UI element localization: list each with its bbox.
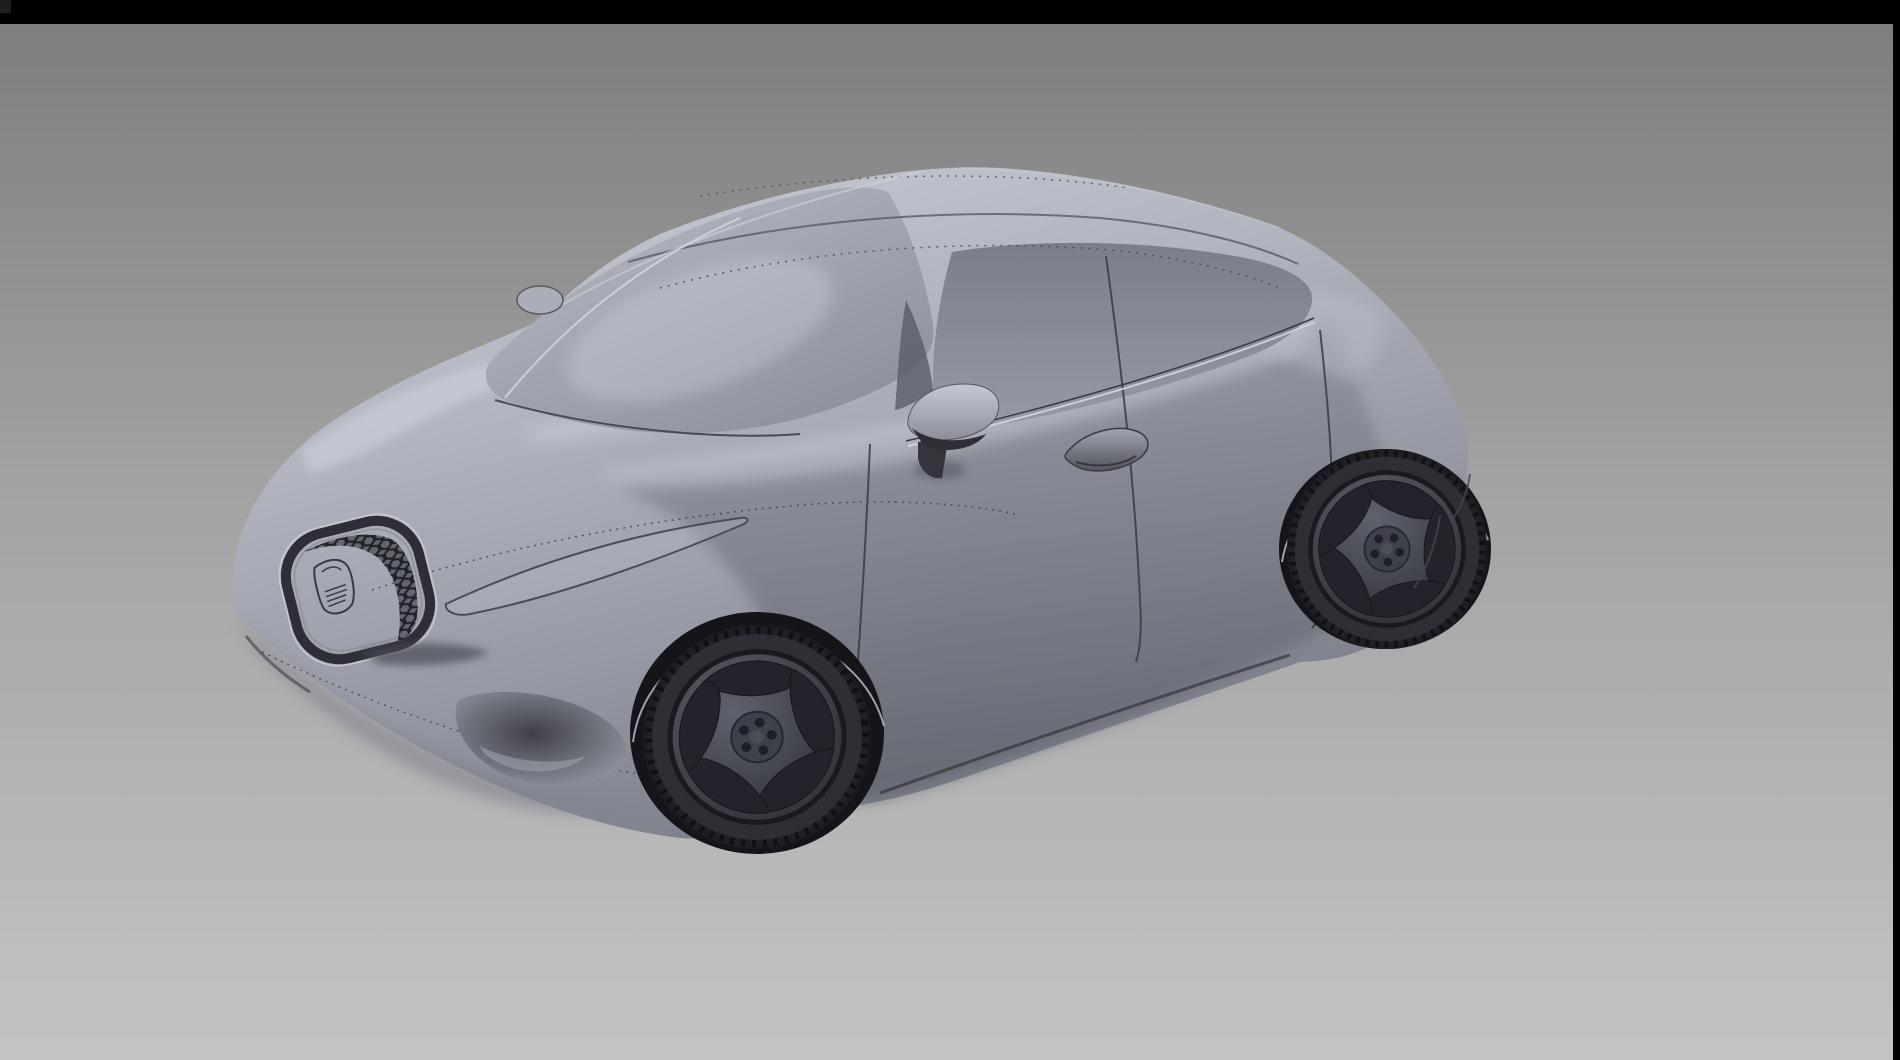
corner-tab bbox=[0, 0, 11, 13]
antenna-bump bbox=[517, 286, 563, 314]
render-canvas[interactable] bbox=[0, 0, 1900, 1060]
viewport-screen bbox=[0, 0, 1900, 1060]
letterbox-top-bar bbox=[0, 0, 1900, 24]
letterbox-right-bar bbox=[1893, 0, 1900, 1060]
